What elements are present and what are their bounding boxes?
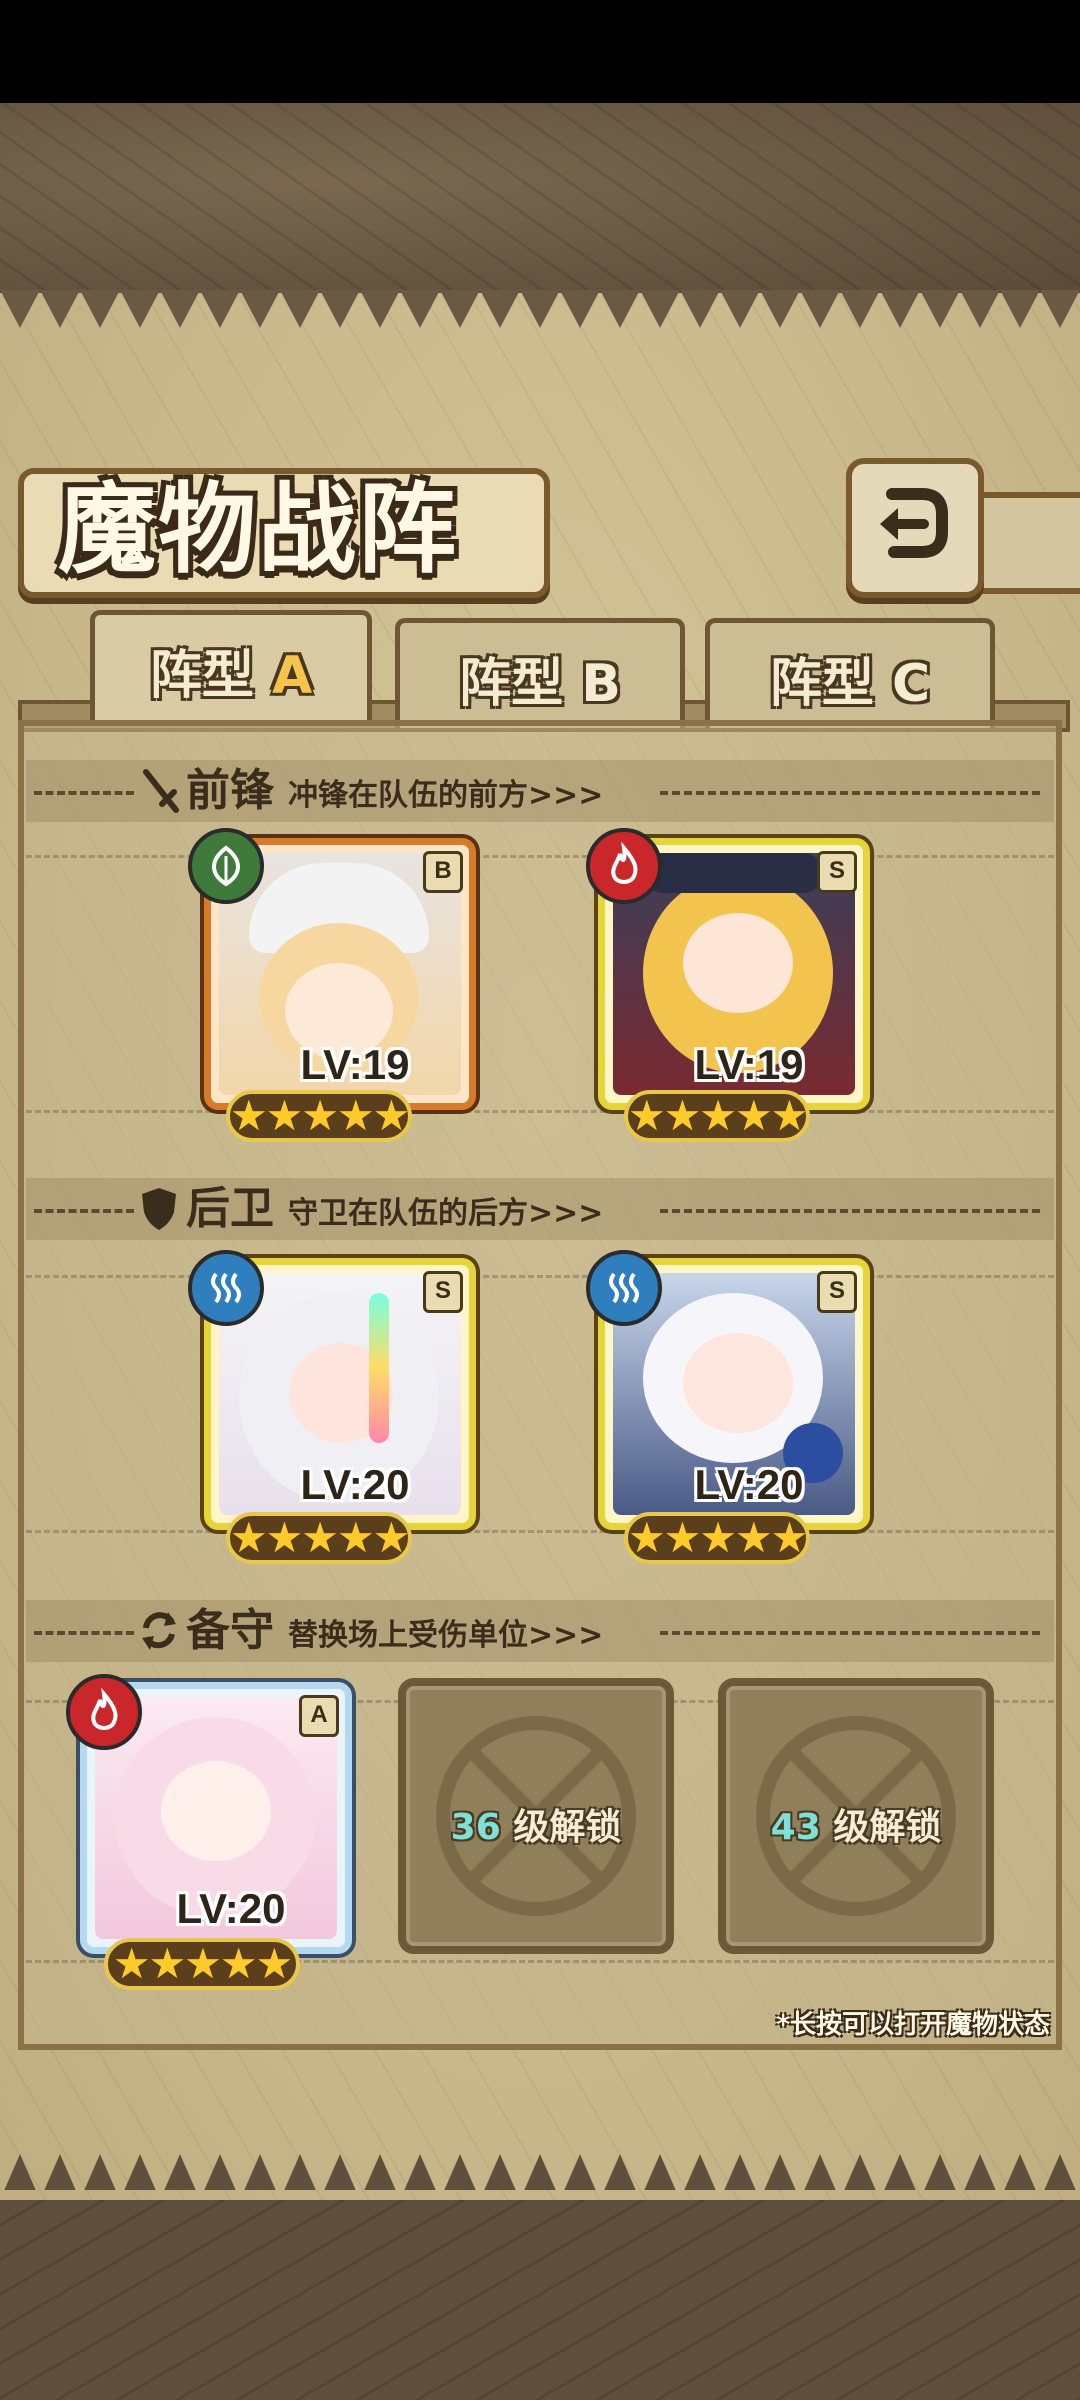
rank-badge: S — [423, 1271, 463, 1313]
map-background-bottom — [0, 2200, 1080, 2400]
divider — [660, 1209, 1040, 1213]
star-rating: ★★★★★ — [624, 1090, 810, 1142]
tab-letter: B — [581, 654, 621, 714]
swap-icon — [142, 1612, 176, 1650]
locked-slot-2[interactable]: 43 级解锁 — [718, 1678, 994, 1954]
row-line — [26, 1110, 1054, 1113]
divider — [34, 1209, 134, 1213]
star-rating: ★★★★★ — [624, 1512, 810, 1564]
unit-level: LV:20 — [176, 1885, 286, 1932]
reserve-title: 备守 替换场上受伤单位>>> — [186, 1605, 604, 1656]
torn-edge-top — [0, 290, 1080, 330]
tab-label: 阵型 — [149, 646, 254, 706]
unlock-label: 43 级解锁 — [770, 1807, 942, 1848]
star-rating: ★★★★★ — [226, 1512, 412, 1564]
tab-formation-a[interactable]: 阵型 A — [90, 610, 372, 720]
leaf-element-icon — [188, 828, 264, 904]
torn-edge-bottom — [0, 2150, 1080, 2190]
divider — [660, 1631, 1040, 1635]
tab-formation-c[interactable]: 阵型 C — [705, 618, 995, 728]
star-rating: ★★★★★ — [226, 1090, 412, 1142]
divider — [34, 1631, 134, 1635]
long-press-hint: *长按可以打开魔物状态 — [776, 2010, 1050, 2040]
back-arrow-icon — [880, 488, 948, 558]
tab-letter: C — [891, 654, 931, 714]
row-line — [26, 1530, 1054, 1533]
unit-level: LV:20 — [694, 1461, 804, 1508]
row-line — [26, 855, 1054, 858]
fire-element-icon — [586, 828, 662, 904]
tab-label: 阵型 — [769, 654, 874, 714]
locked-slot-1[interactable]: 36 级解锁 — [398, 1678, 674, 1954]
sword-icon — [143, 769, 179, 813]
unit-level: LV:19 — [694, 1041, 804, 1088]
map-background-top — [0, 103, 1080, 293]
back-button[interactable] — [846, 458, 984, 598]
page-title: 魔物战阵 — [58, 472, 459, 587]
shield-icon — [142, 1188, 176, 1230]
tab-label: 阵型 — [459, 654, 564, 714]
divider — [660, 791, 1040, 795]
vanguard-title: 前锋 冲锋在队伍的前方>>> — [186, 765, 604, 816]
unlock-label: 36 级解锁 — [450, 1807, 622, 1848]
fire-element-icon — [66, 1674, 142, 1750]
row-line — [26, 1275, 1054, 1278]
unit-level: LV:20 — [300, 1461, 410, 1508]
water-element-icon — [586, 1250, 662, 1326]
unit-level: LV:19 — [300, 1041, 410, 1088]
rank-badge: B — [423, 851, 463, 893]
tab-formation-b[interactable]: 阵型 B — [395, 618, 685, 728]
tab-letter: A — [271, 646, 313, 706]
water-element-icon — [188, 1250, 264, 1326]
star-rating: ★★★★★ — [104, 1938, 300, 1990]
rank-badge: A — [299, 1695, 339, 1737]
status-bar — [0, 0, 1080, 103]
rank-badge: S — [817, 1271, 857, 1313]
rearguard-title: 后卫 守卫在队伍的后方>>> — [186, 1183, 604, 1234]
divider — [34, 791, 134, 795]
rank-badge: S — [817, 851, 857, 893]
